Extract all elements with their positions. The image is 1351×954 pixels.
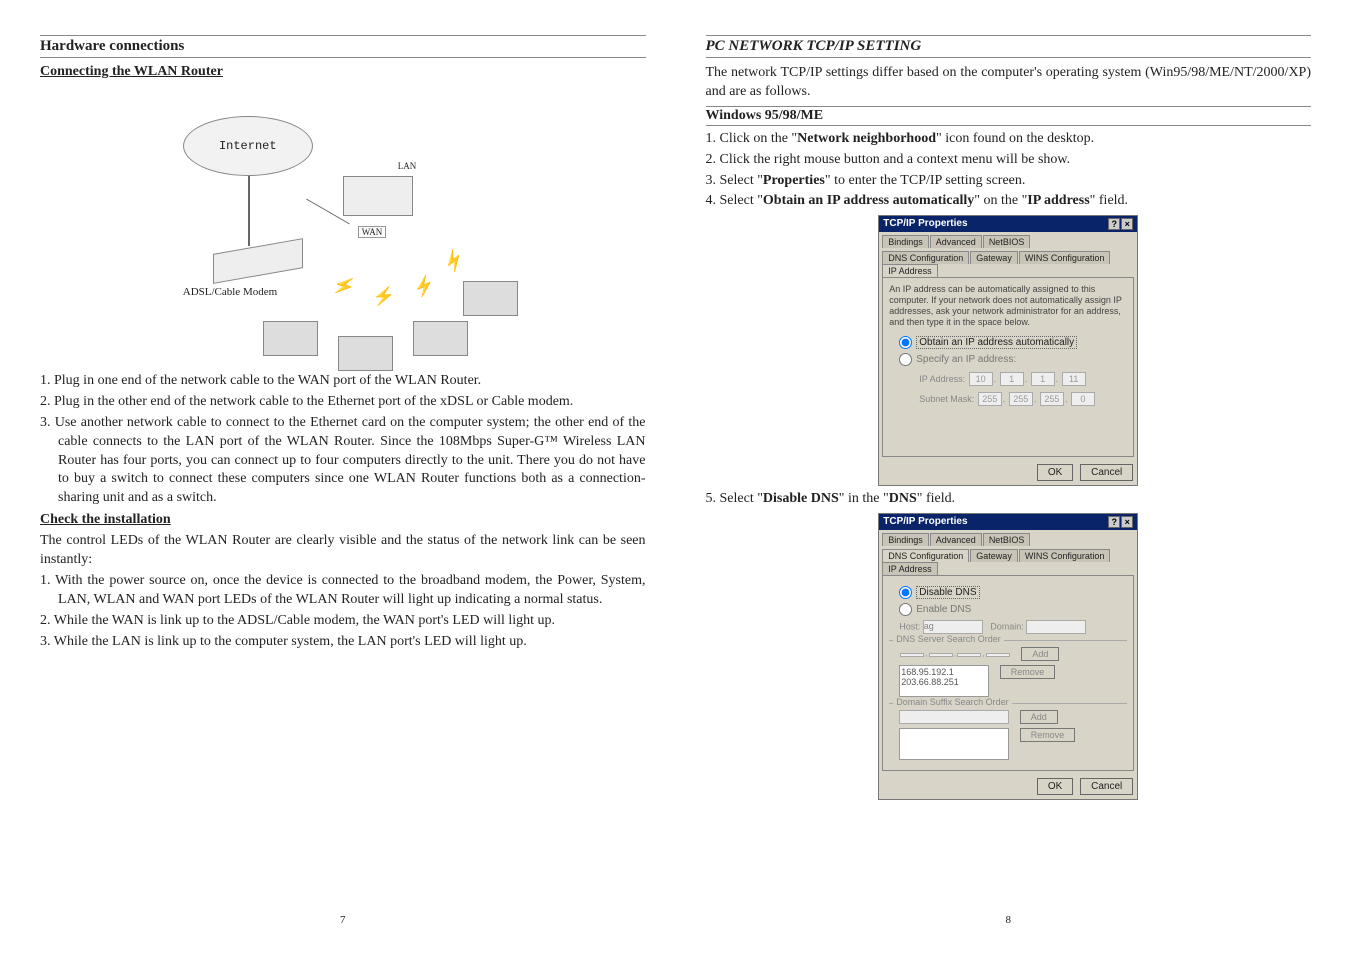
mask-octet: 255 bbox=[978, 392, 1002, 406]
remove-button[interactable]: Remove bbox=[1020, 728, 1076, 742]
lan-label: LAN bbox=[398, 161, 417, 171]
check-steps-list: 1. With the power source on, once the de… bbox=[40, 572, 646, 652]
network-diagram: Internet ADSL/Cable Modem LAN WAN ⚡ ⚡ ⚡ … bbox=[40, 86, 646, 366]
ip-octet: 1 bbox=[1000, 372, 1024, 386]
tab-gateway[interactable]: Gateway bbox=[970, 549, 1018, 562]
list-item: 2. While the WAN is link up to the ADSL/… bbox=[40, 612, 646, 631]
dns-server-list: 168.95.192.1203.66.88.251 bbox=[899, 665, 989, 697]
section-title-hardware: Hardware connections bbox=[40, 35, 646, 58]
host-field: ag bbox=[923, 620, 983, 634]
page-number: 8 bbox=[1006, 914, 1012, 926]
suffix-list bbox=[899, 728, 1009, 760]
tab-gateway[interactable]: Gateway bbox=[970, 251, 1018, 264]
subtitle-check: Check the installation bbox=[40, 512, 646, 528]
laptop-icon bbox=[263, 321, 318, 356]
tab-wins-configuration[interactable]: WINS Configuration bbox=[1019, 549, 1111, 562]
tab-ip-address[interactable]: IP Address bbox=[882, 562, 937, 575]
section-title-tcpip: PC NETWORK TCP/IP SETTING bbox=[706, 35, 1312, 58]
tab-advanced[interactable]: Advanced bbox=[930, 235, 982, 248]
ok-button[interactable]: OK bbox=[1037, 778, 1073, 795]
mask-octet: 0 bbox=[1071, 392, 1095, 406]
group-label: DNS Server Search Order bbox=[893, 634, 1004, 644]
host-domain-row: Host: ag Domain: bbox=[899, 620, 1127, 634]
dialog-title-text: TCP/IP Properties bbox=[883, 218, 967, 230]
tcpip-properties-dialog-dns: TCP/IP Properties ?× Bindings Advanced N… bbox=[878, 513, 1138, 800]
remove-button[interactable]: Remove bbox=[1000, 665, 1056, 679]
group-label: Domain Suffix Search Order bbox=[893, 697, 1011, 707]
bolt-icon: ⚡ bbox=[330, 273, 358, 300]
tab-dns-configuration[interactable]: DNS Configuration bbox=[882, 549, 969, 562]
domain-field bbox=[1026, 620, 1086, 634]
win-steps-list: 1. Click on the "Network neighborhood" i… bbox=[706, 130, 1312, 212]
tab-netbios[interactable]: NetBIOS bbox=[983, 235, 1031, 248]
list-item: 3. While the LAN is link up to the compu… bbox=[40, 633, 646, 652]
page-number: 7 bbox=[340, 914, 346, 926]
close-icon[interactable]: × bbox=[1121, 218, 1133, 230]
dialog-titlebar: TCP/IP Properties ?× bbox=[879, 514, 1137, 530]
radio-specify-ip[interactable]: Specify an IP address: bbox=[899, 353, 1127, 366]
bolt-icon: ⚡ bbox=[439, 246, 469, 276]
list-item: 4. Select "Obtain an IP address automati… bbox=[706, 192, 1312, 211]
subnet-mask-row: Subnet Mask: 255. 255. 255. 0 bbox=[919, 392, 1127, 406]
dialog-titlebar: TCP/IP Properties ?× bbox=[879, 216, 1137, 232]
tab-netbios[interactable]: NetBIOS bbox=[983, 533, 1031, 546]
ip-octet: 11 bbox=[1062, 372, 1086, 386]
subtitle-win9598: Windows 95/98/ME bbox=[706, 106, 1312, 126]
list-item: 1. Click on the "Network neighborhood" i… bbox=[706, 130, 1312, 149]
ip-octet: 10 bbox=[969, 372, 993, 386]
laptop-icon bbox=[463, 281, 518, 316]
tab-advanced[interactable]: Advanced bbox=[930, 533, 982, 546]
radio-disable-dns[interactable]: Disable DNS bbox=[899, 586, 1127, 599]
page-right: PC NETWORK TCP/IP SETTING The network TC… bbox=[676, 20, 1342, 934]
cancel-button[interactable]: Cancel bbox=[1080, 464, 1133, 481]
suffix-field bbox=[899, 710, 1009, 724]
list-item: 1. Plug in one end of the network cable … bbox=[40, 372, 646, 391]
bolt-icon: ⚡ bbox=[410, 273, 438, 300]
list-item: 2. Plug in the other end of the network … bbox=[40, 393, 646, 412]
tab-bindings[interactable]: Bindings bbox=[882, 235, 929, 248]
ok-button[interactable]: OK bbox=[1037, 464, 1073, 481]
list-item: 5. Select "Disable DNS" in the "DNS" fie… bbox=[706, 490, 1312, 509]
subtitle-connecting: Connecting the WLAN Router bbox=[40, 64, 646, 80]
check-intro-paragraph: The control LEDs of the WLAN Router are … bbox=[40, 532, 646, 570]
tab-bindings[interactable]: Bindings bbox=[882, 533, 929, 546]
ip-octet: 1 bbox=[1031, 372, 1055, 386]
tab-dns-configuration[interactable]: DNS Configuration bbox=[882, 251, 969, 264]
list-item: 3. Use another network cable to connect … bbox=[40, 414, 646, 508]
list-item: 2. Click the right mouse button and a co… bbox=[706, 151, 1312, 170]
laptop-icon bbox=[338, 336, 393, 371]
mask-octet: 255 bbox=[1009, 392, 1033, 406]
add-button[interactable]: Add bbox=[1020, 710, 1058, 724]
win-steps-list-cont: 5. Select "Disable DNS" in the "DNS" fie… bbox=[706, 490, 1312, 509]
modem-label: ADSL/Cable Modem bbox=[183, 286, 277, 298]
internet-cloud-icon: Internet bbox=[183, 116, 313, 176]
modem-icon bbox=[213, 238, 303, 284]
tcpip-properties-dialog-ip: TCP/IP Properties ?× Bindings Advanced N… bbox=[878, 215, 1138, 486]
help-icon[interactable]: ? bbox=[1108, 218, 1120, 230]
dialog-info-text: An IP address can be automatically assig… bbox=[889, 284, 1127, 327]
connect-steps-list: 1. Plug in one end of the network cable … bbox=[40, 372, 646, 508]
tab-wins-configuration[interactable]: WINS Configuration bbox=[1019, 251, 1111, 264]
page-left: Hardware connections Connecting the WLAN… bbox=[10, 20, 676, 934]
radio-enable-dns[interactable]: Enable DNS bbox=[899, 603, 1127, 616]
list-item: 1. With the power source on, once the de… bbox=[40, 572, 646, 610]
intro-paragraph: The network TCP/IP settings differ based… bbox=[706, 64, 1312, 102]
ip-address-row: IP Address: 10. 1. 1. 11 bbox=[919, 372, 1127, 386]
add-button[interactable]: Add bbox=[1021, 647, 1059, 661]
radio-obtain-auto[interactable]: Obtain an IP address automatically bbox=[899, 336, 1127, 349]
tab-ip-address[interactable]: IP Address bbox=[882, 264, 937, 277]
router-icon bbox=[343, 176, 413, 216]
bolt-icon: ⚡ bbox=[373, 286, 395, 307]
laptop-icon bbox=[413, 321, 468, 356]
wan-label: WAN bbox=[358, 226, 387, 238]
cancel-button[interactable]: Cancel bbox=[1080, 778, 1133, 795]
mask-octet: 255 bbox=[1040, 392, 1064, 406]
list-item: 3. Select "Properties" to enter the TCP/… bbox=[706, 172, 1312, 191]
help-icon[interactable]: ? bbox=[1108, 516, 1120, 528]
dialog-title-text: TCP/IP Properties bbox=[883, 516, 967, 528]
close-icon[interactable]: × bbox=[1121, 516, 1133, 528]
